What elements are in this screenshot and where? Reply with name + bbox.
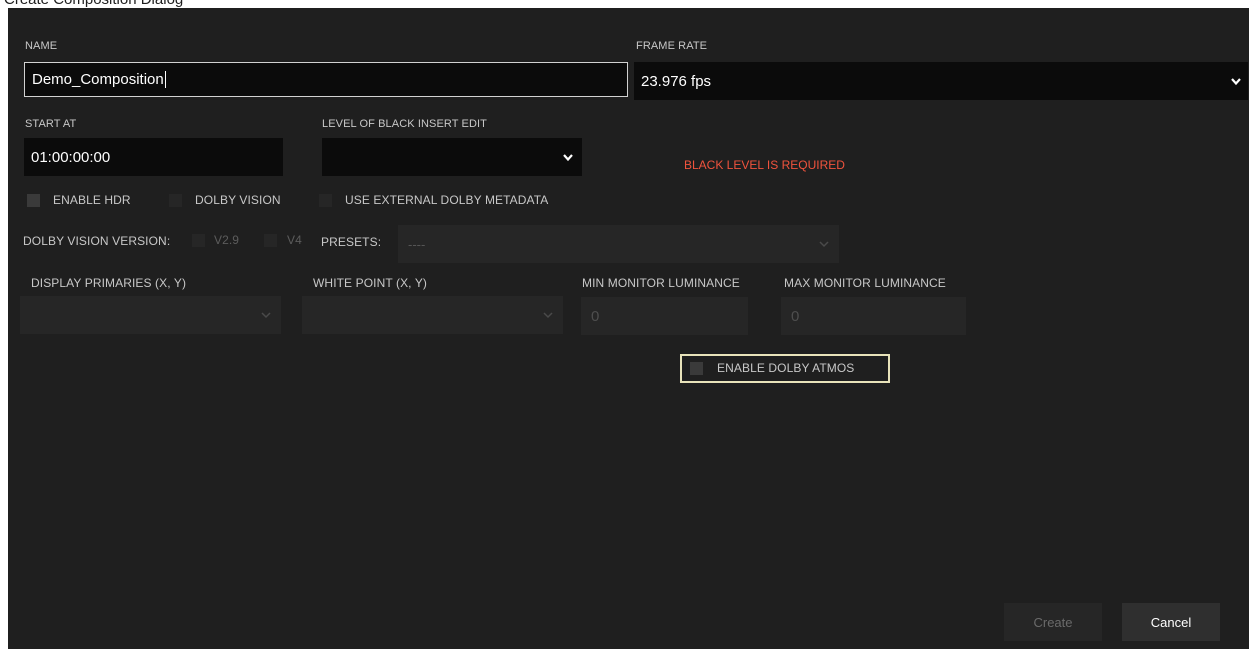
black-level-error: BLACK LEVEL IS REQUIRED bbox=[684, 158, 845, 172]
dv-version-v29-label: V2.9 bbox=[214, 233, 240, 247]
min-luminance-value: 0 bbox=[591, 307, 600, 325]
text-cursor bbox=[164, 71, 166, 88]
chevron-down-icon bbox=[563, 154, 573, 162]
create-composition-dialog: NAME Demo_Composition FRAME RATE 23.976 … bbox=[8, 8, 1249, 649]
name-value: Demo_Composition bbox=[32, 71, 164, 88]
white-point-label: WHITE POINT (X, Y) bbox=[313, 276, 428, 290]
max-luminance-label: MAX MONITOR LUMINANCE bbox=[784, 276, 946, 290]
dolby-vision-label: DOLBY VISION bbox=[195, 193, 281, 207]
black-level-label: LEVEL OF BLACK INSERT EDIT bbox=[322, 118, 488, 130]
start-at-label: START AT bbox=[25, 118, 77, 130]
max-luminance-value: 0 bbox=[791, 307, 800, 325]
enable-hdr-checkbox[interactable] bbox=[27, 194, 40, 207]
window-title: Create Composition Dialog bbox=[4, 0, 183, 8]
dolby-atmos-highlight[interactable]: ENABLE DOLBY ATMOS bbox=[680, 354, 890, 383]
enable-hdr-label: ENABLE HDR bbox=[53, 193, 131, 207]
dolby-atmos-checkbox[interactable] bbox=[690, 362, 703, 375]
frame-rate-label: FRAME RATE bbox=[636, 40, 708, 52]
dv-version-v29-radio[interactable] bbox=[192, 234, 205, 247]
black-level-select[interactable] bbox=[322, 138, 582, 176]
chevron-down-icon bbox=[261, 312, 271, 319]
start-at-input[interactable]: 01:00:00:00 bbox=[24, 138, 283, 176]
dv-version-v4-label: V4 bbox=[287, 233, 302, 247]
chevron-down-icon bbox=[1231, 78, 1241, 86]
min-luminance-label: MIN MONITOR LUMINANCE bbox=[582, 276, 740, 290]
presets-value: ---- bbox=[408, 236, 426, 252]
create-button[interactable]: Create bbox=[1004, 603, 1102, 641]
display-primaries-label: DISPLAY PRIMARIES (X, Y) bbox=[31, 276, 187, 290]
dv-version-v4-radio[interactable] bbox=[264, 234, 277, 247]
dolby-vision-checkbox[interactable] bbox=[169, 194, 182, 207]
display-primaries-select[interactable] bbox=[20, 296, 281, 334]
presets-label: PRESETS: bbox=[321, 235, 382, 249]
external-metadata-checkbox[interactable] bbox=[319, 194, 332, 207]
dolby-atmos-label: ENABLE DOLBY ATMOS bbox=[717, 361, 855, 375]
frame-rate-value: 23.976 fps bbox=[641, 72, 712, 90]
cancel-button[interactable]: Cancel bbox=[1122, 603, 1220, 641]
chevron-down-icon bbox=[819, 241, 829, 248]
max-luminance-input[interactable]: 0 bbox=[781, 297, 966, 335]
white-point-select[interactable] bbox=[302, 296, 563, 334]
name-label: NAME bbox=[25, 40, 58, 52]
start-at-value: 01:00:00:00 bbox=[31, 148, 111, 166]
presets-select[interactable]: ---- bbox=[398, 225, 839, 263]
external-metadata-label: USE EXTERNAL DOLBY METADATA bbox=[345, 193, 549, 207]
chevron-down-icon bbox=[543, 312, 553, 319]
frame-rate-select[interactable]: 23.976 fps bbox=[634, 62, 1248, 100]
window-title-bar: Create Composition Dialog bbox=[0, 0, 1249, 8]
min-luminance-input[interactable]: 0 bbox=[581, 297, 748, 335]
dv-version-label: DOLBY VISION VERSION: bbox=[23, 234, 171, 248]
name-input[interactable]: Demo_Composition bbox=[24, 62, 628, 97]
